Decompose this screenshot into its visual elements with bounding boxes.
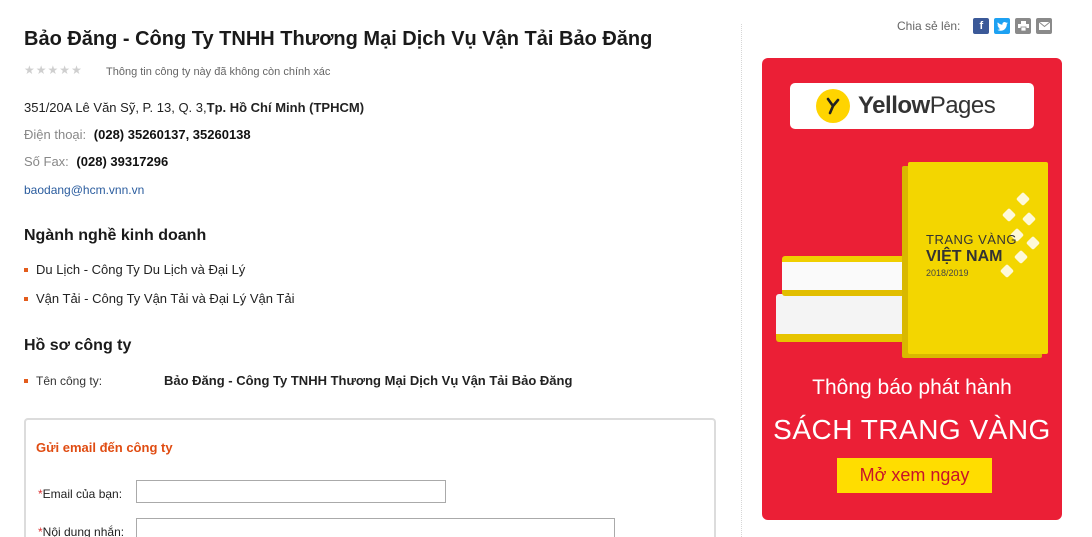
bullet-icon <box>24 296 28 301</box>
mail-icon[interactable] <box>1036 18 1053 34</box>
business-heading: Ngành nghề kinh doanh <box>24 227 207 244</box>
print-icon[interactable] <box>1015 18 1032 34</box>
book-year: 2018/2019 <box>926 268 969 278</box>
star-icon[interactable]: ★ <box>71 64 82 76</box>
page-title: Bảo Đăng - Công Ty TNHH Thương Mại Dịch … <box>24 28 653 50</box>
email-field[interactable] <box>136 480 446 503</box>
book-stack-image <box>776 244 906 344</box>
facebook-icon[interactable]: f <box>973 18 990 34</box>
bullet-icon <box>24 267 28 272</box>
fax-row: Số Fax: (028) 39317296 <box>24 154 168 169</box>
twitter-icon[interactable] <box>994 18 1011 34</box>
walking-fingers-icon <box>816 89 850 123</box>
profile-company-name-label: Tên công ty: <box>36 373 103 388</box>
phone-label: Điện thoại: <box>24 127 87 142</box>
company-address: 351/20A Lê Văn Sỹ, P. 13, Q. 3,Tp. Hồ Ch… <box>24 100 364 115</box>
ad-headline: Thông báo phát hành <box>812 376 1012 399</box>
book-icon <box>776 294 906 342</box>
message-field[interactable] <box>136 518 615 537</box>
book-icon <box>782 256 906 296</box>
address-city: Tp. Hồ Chí Minh (TPHCM) <box>206 100 365 115</box>
column-divider <box>741 24 742 537</box>
star-icon[interactable]: ★ <box>24 64 35 76</box>
company-email-link[interactable]: baodang@hcm.vnn.vn <box>24 183 144 197</box>
share-label: Chia sẻ lên: <box>897 19 961 33</box>
share-bar: Chia sẻ lên: f <box>897 18 1053 34</box>
message-field-label: *Nội dung nhắn: <box>38 525 125 537</box>
email-company-form: Gửi email đến công ty *Email của bạn: *N… <box>24 418 716 537</box>
book-title-line1: TRANG VÀNG <box>926 232 1017 247</box>
business-item[interactable]: Du Lịch - Công Ty Du Lịch và Đại Lý <box>24 262 245 277</box>
phone-value: (028) 35260137, 35260138 <box>93 127 251 142</box>
email-form-title: Gửi email đến công ty <box>36 440 173 455</box>
view-now-button[interactable]: Mở xem ngay <box>837 458 992 493</box>
directory-book-image: TRANG VÀNG VIỆT NAM 2018/2019 <box>908 162 1048 354</box>
profile-company-name-row: Tên công ty: Bảo Đăng - Công Ty TNHH Thư… <box>24 373 572 388</box>
business-item-link[interactable]: Du Lịch - Công Ty Du Lịch và Đại Lý <box>36 262 245 277</box>
bullet-icon <box>24 378 28 383</box>
business-item[interactable]: Vận Tải - Công Ty Vận Tải và Đại Lý Vận … <box>24 291 294 306</box>
yellowpages-ad-banner[interactable]: YellowPages TRANG VÀNG VIỆT NAM 2018/201… <box>762 58 1062 520</box>
phone-row: Điện thoại: (028) 35260137, 35260138 <box>24 127 251 142</box>
star-icon[interactable]: ★ <box>59 64 70 76</box>
fax-value: (028) 39317296 <box>76 154 169 169</box>
profile-heading: Hồ sơ công ty <box>24 337 132 354</box>
star-icon[interactable]: ★ <box>48 64 59 76</box>
address-street: 351/20A Lê Văn Sỹ, P. 13, Q. 3, <box>24 100 207 115</box>
ad-subheadline: SÁCH TRANG VÀNG <box>773 414 1051 445</box>
email-field-label: *Email của bạn: <box>38 487 123 501</box>
star-icon[interactable]: ★ <box>36 64 47 76</box>
rating-stars[interactable]: ★ ★ ★ ★ ★ <box>24 64 82 76</box>
profile-company-name-value: Bảo Đăng - Công Ty TNHH Thương Mại Dịch … <box>164 373 573 388</box>
fax-label: Số Fax: <box>24 154 69 169</box>
yellowpages-logo-text: YellowPages <box>858 92 996 119</box>
report-inaccurate-link[interactable]: Thông tin công ty này đã không còn chính… <box>106 66 330 78</box>
business-item-link[interactable]: Vận Tải - Công Ty Vận Tải và Đại Lý Vận … <box>36 291 294 306</box>
yellowpages-logo: YellowPages <box>790 83 1034 129</box>
book-title-line2: VIỆT NAM <box>926 248 1003 265</box>
